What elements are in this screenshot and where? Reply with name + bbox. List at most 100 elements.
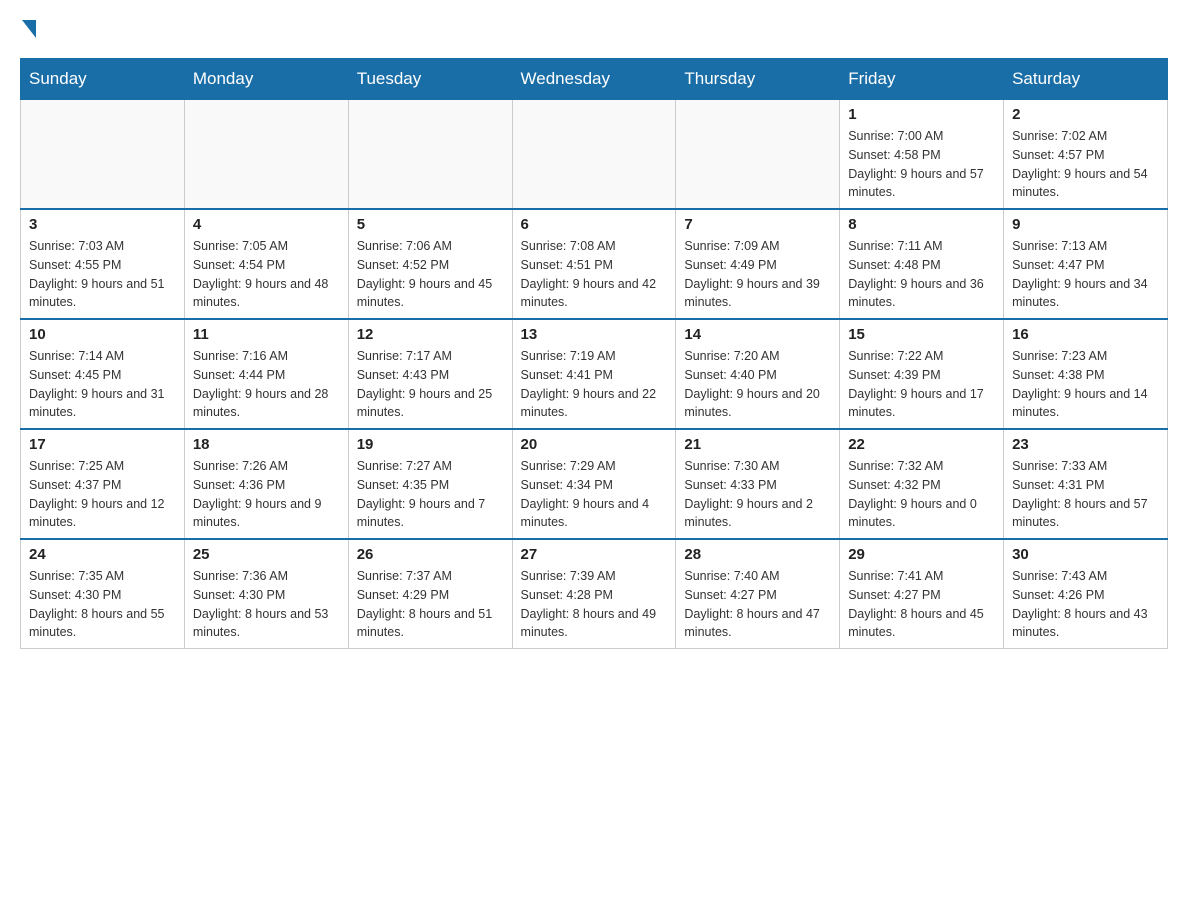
day-info: Sunrise: 7:43 AMSunset: 4:26 PMDaylight:… xyxy=(1012,567,1159,642)
day-number: 26 xyxy=(357,546,504,563)
day-info: Sunrise: 7:39 AMSunset: 4:28 PMDaylight:… xyxy=(521,567,668,642)
calendar-day-cell: 2 Sunrise: 7:02 AMSunset: 4:57 PMDaylight… xyxy=(1004,100,1168,210)
day-number: 20 xyxy=(521,436,668,453)
day-info: Sunrise: 7:08 AMSunset: 4:51 PMDaylight:… xyxy=(521,237,668,312)
day-number: 16 xyxy=(1012,326,1159,343)
calendar-day-cell: 5 Sunrise: 7:06 AMSunset: 4:52 PMDaylight… xyxy=(348,209,512,319)
day-info: Sunrise: 7:29 AMSunset: 4:34 PMDaylight:… xyxy=(521,457,668,532)
calendar-day-cell: 27 Sunrise: 7:39 AMSunset: 4:28 PMDayligh… xyxy=(512,539,676,649)
day-info: Sunrise: 7:27 AMSunset: 4:35 PMDaylight:… xyxy=(357,457,504,532)
calendar-day-cell xyxy=(348,100,512,210)
day-info: Sunrise: 7:32 AMSunset: 4:32 PMDaylight:… xyxy=(848,457,995,532)
logo xyxy=(20,20,40,38)
day-info: Sunrise: 7:05 AMSunset: 4:54 PMDaylight:… xyxy=(193,237,340,312)
weekday-header-sunday: Sunday xyxy=(21,59,185,100)
calendar-day-cell xyxy=(184,100,348,210)
calendar-day-cell: 1 Sunrise: 7:00 AMSunset: 4:58 PMDaylight… xyxy=(840,100,1004,210)
calendar-day-cell: 8Sunrise: 7:11 AMSunset: 4:48 PMDaylight… xyxy=(840,209,1004,319)
calendar-day-cell: 14 Sunrise: 7:20 AMSunset: 4:40 PMDayligh… xyxy=(676,319,840,429)
day-number: 17 xyxy=(29,436,176,453)
day-number: 14 xyxy=(684,326,831,343)
day-info: Sunrise: 7:22 AMSunset: 4:39 PMDaylight:… xyxy=(848,347,995,422)
calendar-day-cell: 4 Sunrise: 7:05 AMSunset: 4:54 PMDaylight… xyxy=(184,209,348,319)
day-number: 2 xyxy=(1012,106,1159,123)
day-info: Sunrise: 7:33 AMSunset: 4:31 PMDaylight:… xyxy=(1012,457,1159,532)
calendar-day-cell: 22 Sunrise: 7:32 AMSunset: 4:32 PMDayligh… xyxy=(840,429,1004,539)
day-number: 19 xyxy=(357,436,504,453)
calendar-day-cell: 24 Sunrise: 7:35 AMSunset: 4:30 PMDayligh… xyxy=(21,539,185,649)
calendar-day-cell: 10 Sunrise: 7:14 AMSunset: 4:45 PMDayligh… xyxy=(21,319,185,429)
calendar-day-cell: 16 Sunrise: 7:23 AMSunset: 4:38 PMDayligh… xyxy=(1004,319,1168,429)
day-number: 6 xyxy=(521,216,668,233)
day-number: 11 xyxy=(193,326,340,343)
calendar-week-row: 24 Sunrise: 7:35 AMSunset: 4:30 PMDayligh… xyxy=(21,539,1168,649)
calendar-week-row: 3 Sunrise: 7:03 AMSunset: 4:55 PMDaylight… xyxy=(21,209,1168,319)
day-info: Sunrise: 7:17 AMSunset: 4:43 PMDaylight:… xyxy=(357,347,504,422)
day-number: 9 xyxy=(1012,216,1159,233)
calendar-table: SundayMondayTuesdayWednesdayThursdayFrid… xyxy=(20,58,1168,649)
day-info: Sunrise: 7:14 AMSunset: 4:45 PMDaylight:… xyxy=(29,347,176,422)
day-info: Sunrise: 7:30 AMSunset: 4:33 PMDaylight:… xyxy=(684,457,831,532)
logo-arrow-icon xyxy=(22,20,36,38)
calendar-day-cell: 23Sunrise: 7:33 AMSunset: 4:31 PMDayligh… xyxy=(1004,429,1168,539)
day-info: Sunrise: 7:23 AMSunset: 4:38 PMDaylight:… xyxy=(1012,347,1159,422)
page-header xyxy=(20,20,1168,38)
day-info: Sunrise: 7:40 AMSunset: 4:27 PMDaylight:… xyxy=(684,567,831,642)
calendar-day-cell: 21 Sunrise: 7:30 AMSunset: 4:33 PMDayligh… xyxy=(676,429,840,539)
day-info: Sunrise: 7:06 AMSunset: 4:52 PMDaylight:… xyxy=(357,237,504,312)
calendar-day-cell xyxy=(676,100,840,210)
day-info: Sunrise: 7:20 AMSunset: 4:40 PMDaylight:… xyxy=(684,347,831,422)
weekday-header-row: SundayMondayTuesdayWednesdayThursdayFrid… xyxy=(21,59,1168,100)
calendar-day-cell: 29 Sunrise: 7:41 AMSunset: 4:27 PMDayligh… xyxy=(840,539,1004,649)
day-number: 10 xyxy=(29,326,176,343)
day-number: 15 xyxy=(848,326,995,343)
weekday-header-friday: Friday xyxy=(840,59,1004,100)
day-info: Sunrise: 7:13 AMSunset: 4:47 PMDaylight:… xyxy=(1012,237,1159,312)
day-number: 24 xyxy=(29,546,176,563)
day-number: 21 xyxy=(684,436,831,453)
calendar-day-cell: 12 Sunrise: 7:17 AMSunset: 4:43 PMDayligh… xyxy=(348,319,512,429)
calendar-day-cell: 26 Sunrise: 7:37 AMSunset: 4:29 PMDayligh… xyxy=(348,539,512,649)
weekday-header-tuesday: Tuesday xyxy=(348,59,512,100)
calendar-day-cell: 20 Sunrise: 7:29 AMSunset: 4:34 PMDayligh… xyxy=(512,429,676,539)
day-number: 25 xyxy=(193,546,340,563)
day-number: 18 xyxy=(193,436,340,453)
calendar-day-cell: 30 Sunrise: 7:43 AMSunset: 4:26 PMDayligh… xyxy=(1004,539,1168,649)
day-number: 27 xyxy=(521,546,668,563)
calendar-day-cell: 6 Sunrise: 7:08 AMSunset: 4:51 PMDaylight… xyxy=(512,209,676,319)
day-number: 13 xyxy=(521,326,668,343)
calendar-day-cell: 9 Sunrise: 7:13 AMSunset: 4:47 PMDaylight… xyxy=(1004,209,1168,319)
day-number: 1 xyxy=(848,106,995,123)
day-info: Sunrise: 7:00 AMSunset: 4:58 PMDaylight:… xyxy=(848,127,995,202)
calendar-day-cell: 15 Sunrise: 7:22 AMSunset: 4:39 PMDayligh… xyxy=(840,319,1004,429)
calendar-day-cell: 11 Sunrise: 7:16 AMSunset: 4:44 PMDayligh… xyxy=(184,319,348,429)
calendar-day-cell xyxy=(21,100,185,210)
calendar-week-row: 1 Sunrise: 7:00 AMSunset: 4:58 PMDaylight… xyxy=(21,100,1168,210)
calendar-day-cell: 25Sunrise: 7:36 AMSunset: 4:30 PMDayligh… xyxy=(184,539,348,649)
day-number: 4 xyxy=(193,216,340,233)
calendar-day-cell: 3 Sunrise: 7:03 AMSunset: 4:55 PMDaylight… xyxy=(21,209,185,319)
day-number: 22 xyxy=(848,436,995,453)
day-number: 29 xyxy=(848,546,995,563)
calendar-day-cell: 19 Sunrise: 7:27 AMSunset: 4:35 PMDayligh… xyxy=(348,429,512,539)
day-info: Sunrise: 7:03 AMSunset: 4:55 PMDaylight:… xyxy=(29,237,176,312)
weekday-header-saturday: Saturday xyxy=(1004,59,1168,100)
day-number: 3 xyxy=(29,216,176,233)
calendar-day-cell: 13Sunrise: 7:19 AMSunset: 4:41 PMDayligh… xyxy=(512,319,676,429)
day-number: 30 xyxy=(1012,546,1159,563)
day-info: Sunrise: 7:02 AMSunset: 4:57 PMDaylight:… xyxy=(1012,127,1159,202)
day-info: Sunrise: 7:09 AMSunset: 4:49 PMDaylight:… xyxy=(684,237,831,312)
calendar-day-cell: 17Sunrise: 7:25 AMSunset: 4:37 PMDayligh… xyxy=(21,429,185,539)
day-info: Sunrise: 7:16 AMSunset: 4:44 PMDaylight:… xyxy=(193,347,340,422)
day-info: Sunrise: 7:37 AMSunset: 4:29 PMDaylight:… xyxy=(357,567,504,642)
day-number: 12 xyxy=(357,326,504,343)
day-number: 5 xyxy=(357,216,504,233)
calendar-day-cell: 18 Sunrise: 7:26 AMSunset: 4:36 PMDayligh… xyxy=(184,429,348,539)
calendar-week-row: 10 Sunrise: 7:14 AMSunset: 4:45 PMDayligh… xyxy=(21,319,1168,429)
calendar-day-cell xyxy=(512,100,676,210)
calendar-week-row: 17Sunrise: 7:25 AMSunset: 4:37 PMDayligh… xyxy=(21,429,1168,539)
day-info: Sunrise: 7:35 AMSunset: 4:30 PMDaylight:… xyxy=(29,567,176,642)
day-info: Sunrise: 7:41 AMSunset: 4:27 PMDaylight:… xyxy=(848,567,995,642)
weekday-header-wednesday: Wednesday xyxy=(512,59,676,100)
day-info: Sunrise: 7:26 AMSunset: 4:36 PMDaylight:… xyxy=(193,457,340,532)
